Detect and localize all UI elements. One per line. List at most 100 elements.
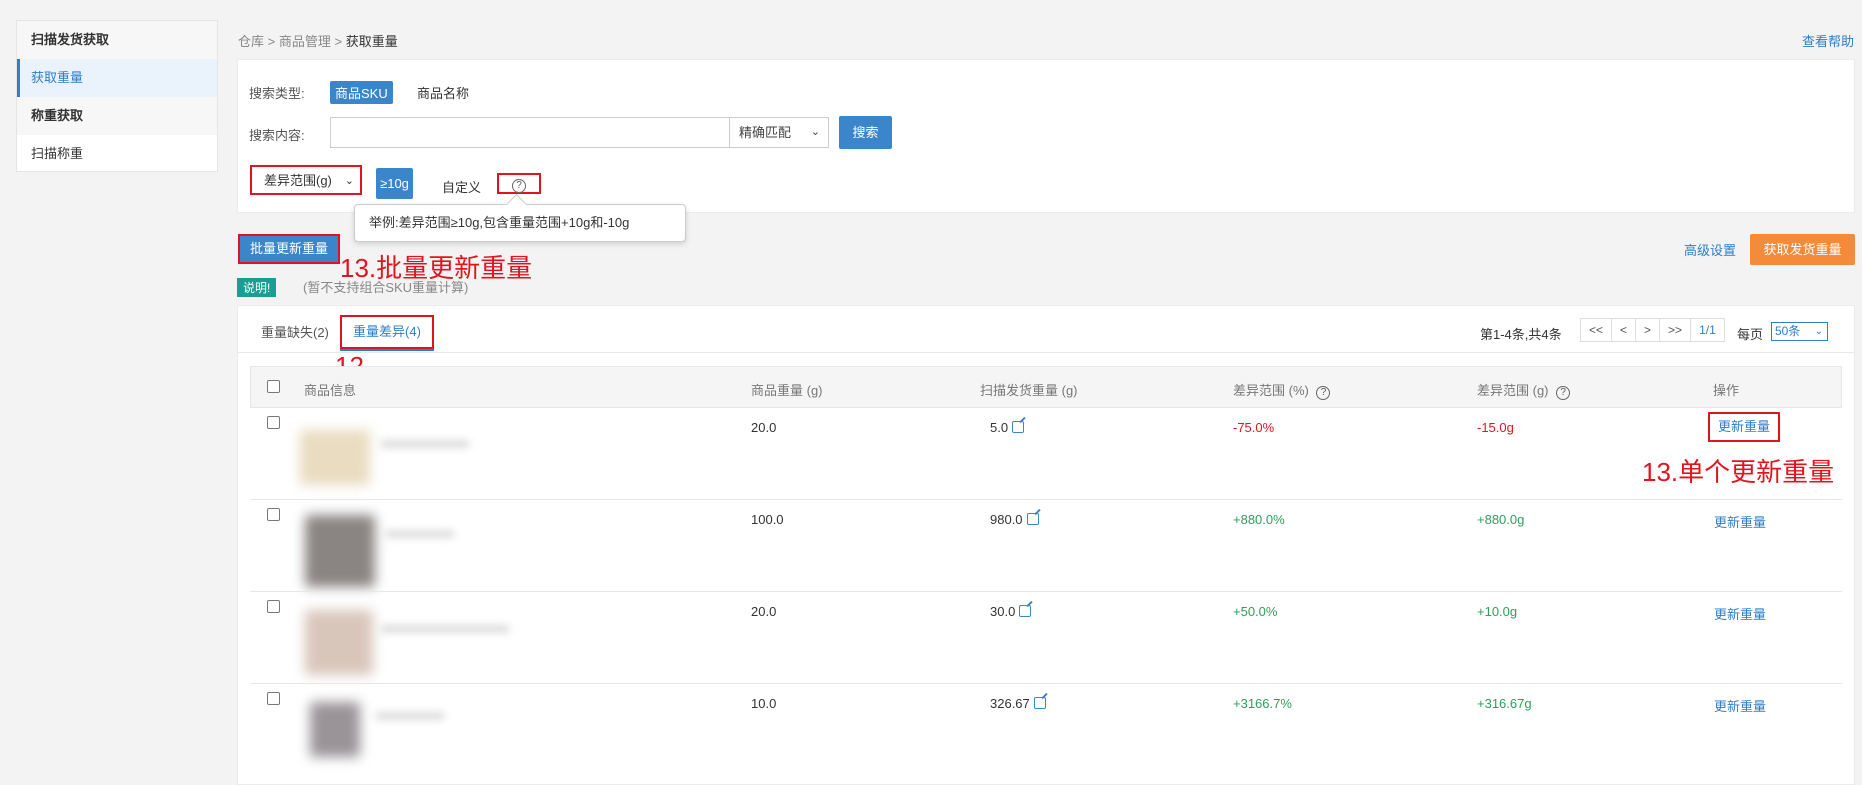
row-diff-pct: -75.0% [1233, 420, 1275, 435]
edit-icon[interactable] [1019, 605, 1032, 617]
page-first-button[interactable]: << [1581, 319, 1613, 341]
row-diff-pct: +50.0% [1233, 604, 1278, 619]
question-circle-icon[interactable]: ? [1556, 386, 1571, 400]
col-product-weight: 商品重量 (g) [751, 383, 823, 398]
search-button[interactable]: 搜索 [839, 116, 892, 149]
search-type-name[interactable]: 商品名称 [417, 83, 469, 102]
breadcrumb-sep: > [334, 34, 343, 49]
update-weight-link[interactable]: 更新重量 [1714, 604, 1766, 623]
page-size-select[interactable]: 50条 ⌄ [1771, 322, 1828, 341]
search-type-label: 搜索类型: [249, 86, 305, 101]
update-weight-link[interactable]: 更新重量 [1714, 696, 1766, 715]
batch-update-weight-button[interactable]: 批量更新重量 [238, 234, 340, 264]
product-text-blurred [380, 440, 470, 448]
help-link[interactable]: 查看帮助 [1802, 31, 1854, 50]
fetch-ship-weight-button[interactable]: 获取发货重量 [1750, 234, 1855, 265]
row-product-weight: 10.0 [751, 696, 777, 711]
search-type-sku[interactable]: 商品SKU [330, 81, 393, 104]
sidebar-item-scan-weigh[interactable]: 扫描称重 [17, 135, 217, 173]
col-diff-g: 差异范围 (g) ? [1477, 380, 1571, 400]
row-divider [250, 499, 1842, 500]
pagination: << < > >> 1/1 [1580, 318, 1725, 342]
diff-ge10-button[interactable]: ≥10g [376, 168, 413, 199]
sidebar-group-weighing: 称重获取 [17, 97, 217, 135]
row-diff-pct: +880.0% [1233, 512, 1285, 527]
diff-range-value: 差异范围(g) [264, 173, 332, 188]
update-weight-link[interactable]: 更新重量 [1708, 412, 1780, 442]
col-diff-pct-label: 差异范围 (%) [1233, 383, 1309, 398]
row-diff-pct: +3166.7% [1233, 696, 1292, 711]
note-badge: 说明! [237, 278, 277, 297]
col-operation: 操作 [1713, 383, 1740, 398]
product-thumbnail [305, 610, 373, 675]
page-prev-button[interactable]: < [1612, 319, 1637, 341]
col-product-info: 商品信息 [304, 383, 357, 398]
annotation-single-update: 13.单个更新重量 [1642, 457, 1835, 487]
product-text-blurred [375, 712, 445, 720]
match-mode-select[interactable]: 精确匹配 ⌄ [729, 117, 829, 148]
search-content-label: 搜索内容: [249, 128, 305, 143]
row-scan-weight-value: 326.67 [990, 696, 1030, 711]
row-diff-g: -15.0g [1477, 420, 1514, 435]
row-product-weight: 20.0 [751, 420, 777, 435]
edit-icon[interactable] [1026, 513, 1039, 525]
row-scan-weight-value: 980.0 [990, 512, 1023, 527]
page-next-button[interactable]: > [1636, 319, 1661, 341]
row-checkbox[interactable] [267, 416, 280, 429]
row-product-weight: 20.0 [751, 604, 777, 619]
product-text-blurred [380, 625, 510, 633]
edit-icon[interactable] [1012, 421, 1025, 433]
row-checkbox[interactable] [267, 508, 280, 521]
row-diff-g: +880.0g [1477, 512, 1525, 527]
row-diff-g: +10.0g [1477, 604, 1518, 619]
breadcrumb-sep: > [267, 34, 276, 49]
per-page-label: 每页 [1737, 327, 1764, 342]
page-size-value: 50条 [1775, 324, 1801, 338]
tab-weight-missing[interactable]: 重量缺失(2) [261, 322, 329, 341]
product-text-blurred [385, 530, 455, 538]
search-input[interactable] [330, 117, 730, 148]
row-scan-weight: 980.0 [990, 512, 1039, 527]
sidebar-item-get-weight[interactable]: 获取重量 [17, 59, 217, 97]
match-mode-value: 精确匹配 [739, 125, 792, 140]
tab-weight-diff[interactable]: 重量差异(4) [340, 315, 434, 349]
question-circle-icon: ? [512, 179, 526, 193]
question-circle-icon[interactable]: ? [1316, 386, 1331, 400]
advanced-settings-link[interactable]: 高级设置 [1684, 240, 1736, 259]
row-checkbox[interactable] [267, 600, 280, 613]
product-thumbnail [305, 515, 375, 587]
diff-help-box[interactable]: ? [497, 173, 541, 194]
row-diff-g: +316.67g [1477, 696, 1532, 711]
page-last-button[interactable]: >> [1660, 319, 1692, 341]
select-all-checkbox[interactable] [267, 380, 280, 393]
sidebar-group-scan-ship: 扫描发货获取 [17, 21, 217, 59]
note-text: (暂不支持组合SKU重量计算) [303, 280, 469, 295]
row-divider [250, 591, 1842, 592]
diff-range-select[interactable]: 差异范围(g) ⌄ [250, 165, 362, 195]
breadcrumb-current: 获取重量 [345, 34, 398, 49]
breadcrumb-warehouse[interactable]: 仓库 [238, 34, 264, 49]
edit-icon[interactable] [1033, 697, 1046, 709]
page-indicator: 1/1 [1699, 323, 1716, 337]
col-diff-g-label: 差异范围 (g) [1477, 383, 1549, 398]
row-scan-weight-value: 5.0 [990, 420, 1009, 435]
breadcrumb-product-mgmt[interactable]: 商品管理 [279, 34, 331, 49]
row-product-weight: 100.0 [751, 512, 784, 527]
row-divider [250, 683, 1842, 684]
sidebar: 扫描发货获取 获取重量 称重获取 扫描称重 [16, 20, 218, 172]
row-scan-weight: 5.0 [990, 420, 1025, 435]
product-thumbnail [310, 702, 360, 757]
row-scan-weight: 30.0 [990, 604, 1032, 619]
row-scan-weight-value: 30.0 [990, 604, 1016, 619]
pagination-info: 第1-4条,共4条 [1480, 327, 1562, 342]
diff-custom-option[interactable]: 自定义 [442, 177, 481, 196]
chevron-down-icon: ⌄ [1814, 326, 1823, 337]
row-scan-weight: 326.67 [990, 696, 1046, 711]
chevron-down-icon: ⌄ [344, 175, 354, 187]
product-thumbnail [300, 430, 370, 485]
col-diff-pct: 差异范围 (%) ? [1233, 380, 1331, 400]
chevron-down-icon: ⌄ [810, 126, 820, 138]
row-checkbox[interactable] [267, 692, 280, 705]
tabs-divider [238, 352, 1854, 353]
update-weight-link[interactable]: 更新重量 [1714, 512, 1766, 531]
